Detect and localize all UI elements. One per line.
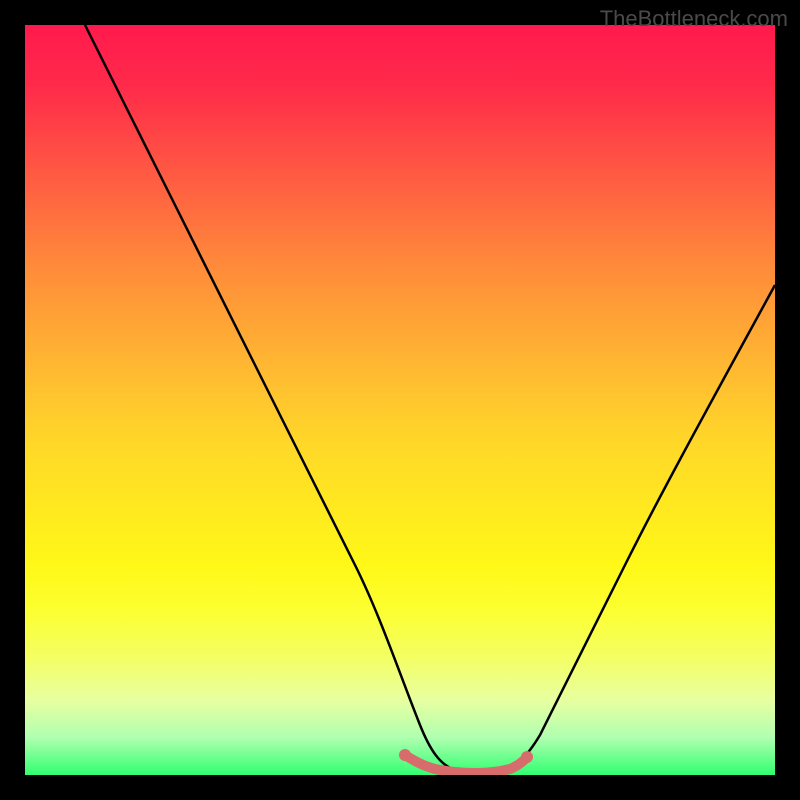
chart-container: TheBottleneck.com xyxy=(0,0,800,800)
optimal-zone-end-dot xyxy=(521,751,533,763)
chart-svg xyxy=(25,25,775,775)
optimal-zone-start-dot xyxy=(399,749,411,761)
bottleneck-curve xyxy=(85,25,775,772)
watermark-text: TheBottleneck.com xyxy=(600,6,788,32)
optimal-zone-marker xyxy=(405,755,527,773)
